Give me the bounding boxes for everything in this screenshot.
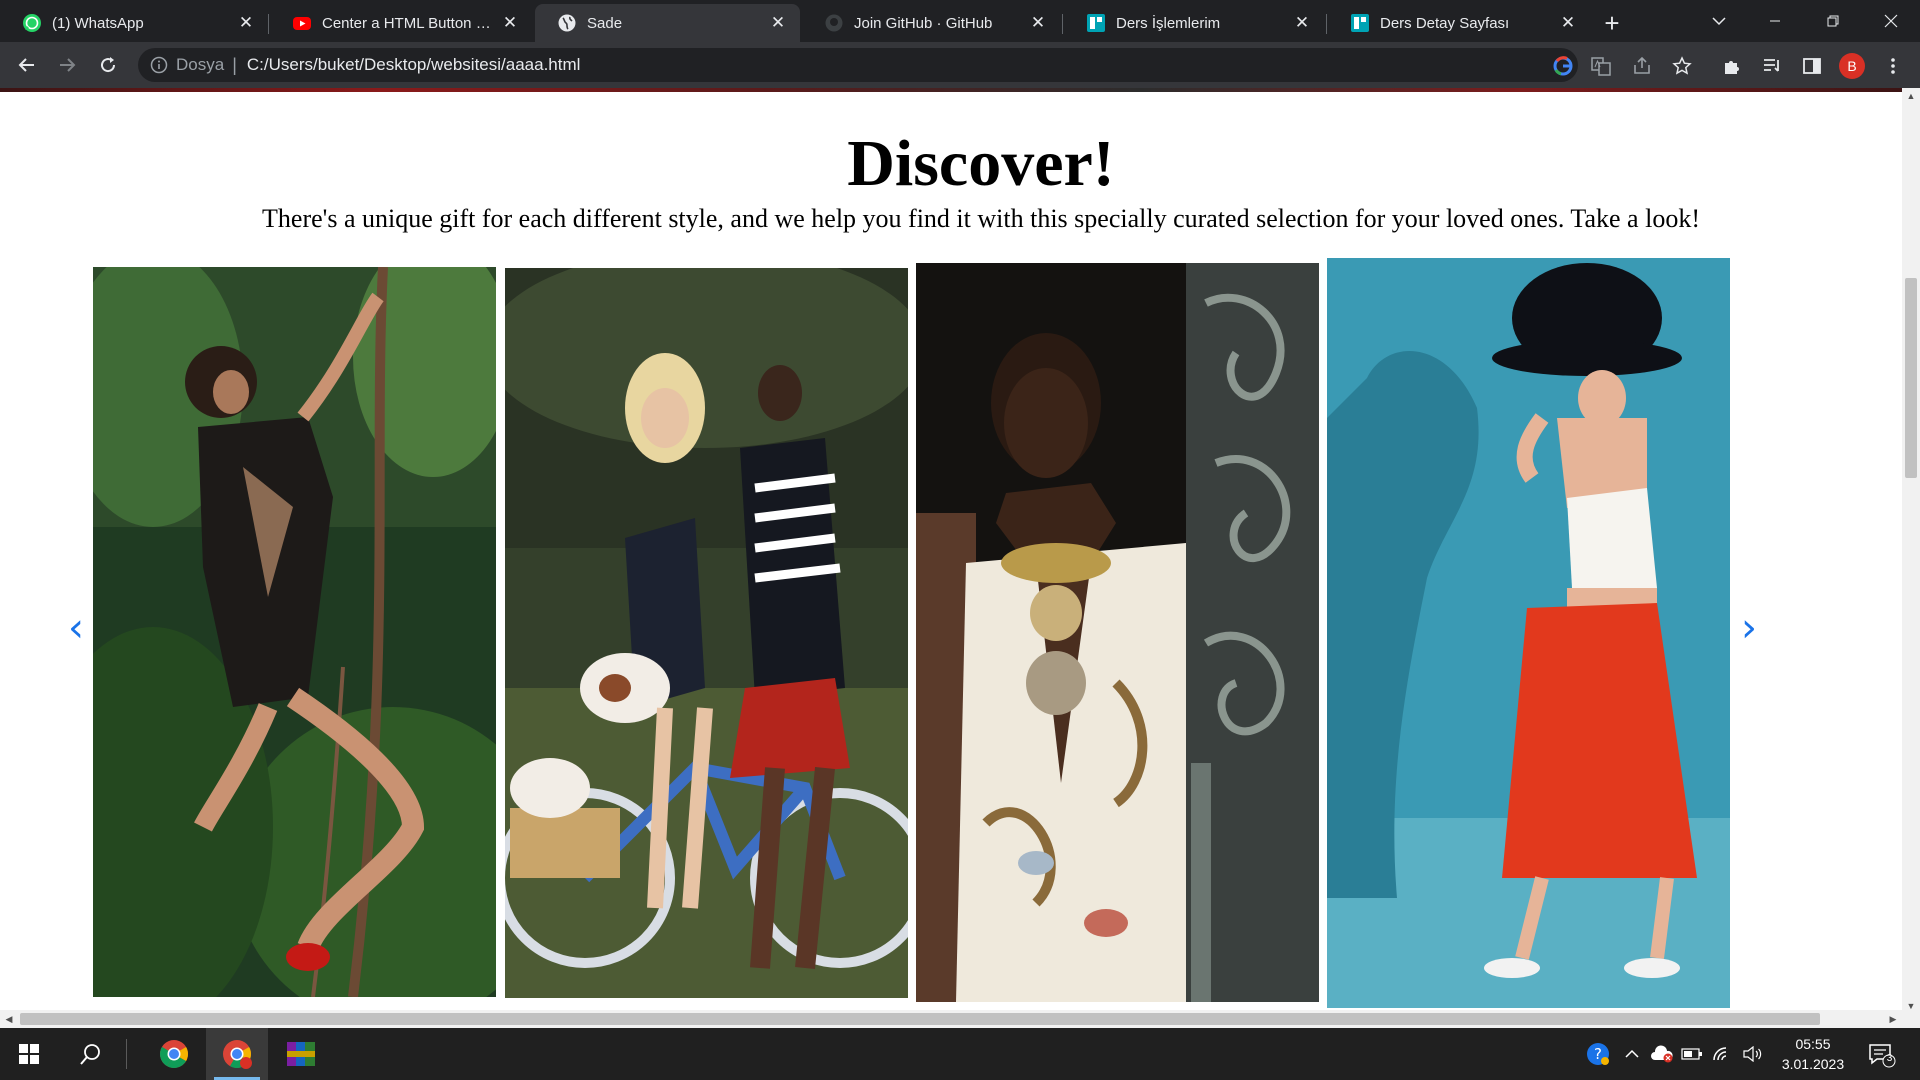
page-viewport: Discover! There's a unique gift for each… bbox=[0, 88, 1902, 1014]
tab-github[interactable]: Join GitHub · GitHub ✕ bbox=[802, 4, 1060, 42]
minimize-button[interactable] bbox=[1752, 0, 1798, 42]
tab-divider bbox=[1062, 14, 1063, 34]
carousel-prev-button[interactable]: ‹ bbox=[61, 608, 91, 648]
tab-divider bbox=[1326, 14, 1327, 34]
horizontal-scroll-thumb[interactable] bbox=[20, 1013, 1820, 1025]
google-lens-icon[interactable] bbox=[1551, 54, 1575, 78]
new-tab-button[interactable]: + bbox=[1597, 8, 1627, 38]
tab-divider bbox=[268, 14, 269, 34]
info-icon[interactable] bbox=[150, 56, 168, 74]
search-icon[interactable] bbox=[62, 1028, 120, 1080]
windows-start-icon[interactable] bbox=[0, 1028, 58, 1080]
vertical-scrollbar[interactable]: ▲ ▼ bbox=[1902, 88, 1920, 1014]
close-tab-icon[interactable]: ✕ bbox=[1558, 13, 1578, 33]
show-hidden-icons-icon[interactable] bbox=[1620, 1042, 1644, 1066]
close-tab-icon[interactable]: ✕ bbox=[1292, 13, 1312, 33]
onedrive-error-icon[interactable] bbox=[1650, 1042, 1674, 1066]
address-bar[interactable]: Dosya | C:/Users/buket/Desktop/websitesi… bbox=[138, 48, 1578, 82]
github-icon bbox=[824, 13, 844, 33]
clock-date: 3.01.2023 bbox=[1781, 1056, 1845, 1072]
protocol-label: Dosya bbox=[176, 55, 225, 74]
reload-button[interactable] bbox=[93, 50, 123, 80]
vertical-scroll-thumb[interactable] bbox=[1905, 278, 1917, 478]
header-image-edge bbox=[0, 88, 1902, 92]
tab-title: Ders Detay Sayfası bbox=[1380, 14, 1510, 32]
tab-title: Join GitHub · GitHub bbox=[854, 14, 993, 32]
taskbar-clock[interactable]: 05:55 3.01.2023 bbox=[1768, 1034, 1858, 1074]
model-with-necklace-photo[interactable] bbox=[916, 263, 1319, 1002]
help-icon[interactable]: ? bbox=[1586, 1042, 1610, 1066]
address-separator: | bbox=[232, 54, 237, 75]
clock-time: 05:55 bbox=[1795, 1036, 1831, 1052]
share-icon[interactable] bbox=[1630, 54, 1654, 78]
extensions-icon[interactable] bbox=[1720, 54, 1744, 78]
notification-count: 3 bbox=[1886, 1053, 1893, 1064]
scroll-right-arrow-icon[interactable]: ▶ bbox=[1884, 1011, 1902, 1027]
volume-icon[interactable] bbox=[1740, 1042, 1764, 1066]
windows-taskbar: ? 05:55 3.01.2023 3 bbox=[0, 1028, 1920, 1080]
chrome-profile-icon[interactable] bbox=[206, 1028, 268, 1080]
horizontal-scrollbar[interactable]: ◀ ▶ bbox=[0, 1010, 1902, 1028]
profile-avatar[interactable]: B bbox=[1839, 53, 1865, 79]
tab-whatsapp[interactable]: (1) WhatsApp ✕ bbox=[0, 4, 268, 42]
svg-text:?: ? bbox=[1594, 1045, 1602, 1063]
tab-search-icon[interactable] bbox=[1696, 0, 1742, 42]
close-tab-icon[interactable]: ✕ bbox=[1028, 13, 1048, 33]
model-in-red-skirt-photo[interactable] bbox=[1327, 258, 1730, 1008]
page-subtitle: There's a unique gift for each different… bbox=[262, 204, 1700, 233]
restore-button[interactable] bbox=[1810, 0, 1856, 42]
carousel-next-button[interactable]: › bbox=[1734, 608, 1764, 648]
model-in-jungle-photo[interactable] bbox=[93, 267, 496, 997]
tab-title: (1) WhatsApp bbox=[52, 14, 144, 32]
tab-ders-islemlerim[interactable]: Ders İşlemlerim ✕ bbox=[1064, 4, 1324, 42]
tab-youtube[interactable]: Center a HTML Button - YouTube ✕ bbox=[270, 4, 532, 42]
tab-ders-detay[interactable]: Ders Detay Sayfası ✕ bbox=[1328, 4, 1590, 42]
tab-title: Ders İşlemlerim bbox=[1116, 14, 1221, 32]
battery-icon[interactable] bbox=[1680, 1042, 1704, 1066]
whatsapp-icon bbox=[22, 13, 42, 33]
scroll-up-arrow-icon[interactable]: ▲ bbox=[1902, 88, 1920, 104]
url-text[interactable]: C:/Users/buket/Desktop/websitesi/aaaa.ht… bbox=[247, 55, 581, 75]
app-icon bbox=[1086, 13, 1106, 33]
close-tab-icon[interactable]: ✕ bbox=[768, 13, 788, 33]
wifi-icon[interactable] bbox=[1710, 1042, 1734, 1066]
chrome-icon[interactable] bbox=[145, 1028, 203, 1080]
forward-button[interactable] bbox=[52, 50, 82, 80]
tab-title: Center a HTML Button - YouTube bbox=[322, 14, 492, 32]
browser-toolbar: Dosya | C:/Users/buket/Desktop/websitesi… bbox=[0, 42, 1920, 88]
tab-sade[interactable]: Sade ✕ bbox=[535, 4, 800, 42]
close-tab-icon[interactable]: ✕ bbox=[236, 13, 256, 33]
translate-icon[interactable] bbox=[1589, 54, 1613, 78]
taskbar-divider bbox=[126, 1028, 127, 1080]
back-button[interactable] bbox=[12, 50, 42, 80]
tab-title: Sade bbox=[587, 14, 623, 32]
tab-strip: (1) WhatsApp ✕ Center a HTML Button - Yo… bbox=[0, 0, 1920, 42]
reading-list-icon[interactable] bbox=[1760, 54, 1784, 78]
page-heading: Discover! bbox=[847, 127, 1115, 200]
globe-icon bbox=[557, 13, 577, 33]
models-with-bicycle-photo[interactable] bbox=[505, 268, 908, 998]
close-window-button[interactable] bbox=[1868, 0, 1914, 42]
side-panel-icon[interactable] bbox=[1800, 54, 1824, 78]
notifications-icon[interactable]: 3 bbox=[1868, 1042, 1896, 1068]
winrar-icon[interactable] bbox=[270, 1028, 332, 1080]
scrollbar-corner bbox=[1902, 1010, 1920, 1028]
app-icon bbox=[1350, 13, 1370, 33]
menu-icon[interactable] bbox=[1881, 54, 1905, 78]
close-tab-icon[interactable]: ✕ bbox=[500, 13, 520, 33]
scroll-left-arrow-icon[interactable]: ◀ bbox=[0, 1011, 18, 1027]
bookmark-star-icon[interactable] bbox=[1670, 54, 1694, 78]
youtube-icon bbox=[292, 13, 312, 33]
